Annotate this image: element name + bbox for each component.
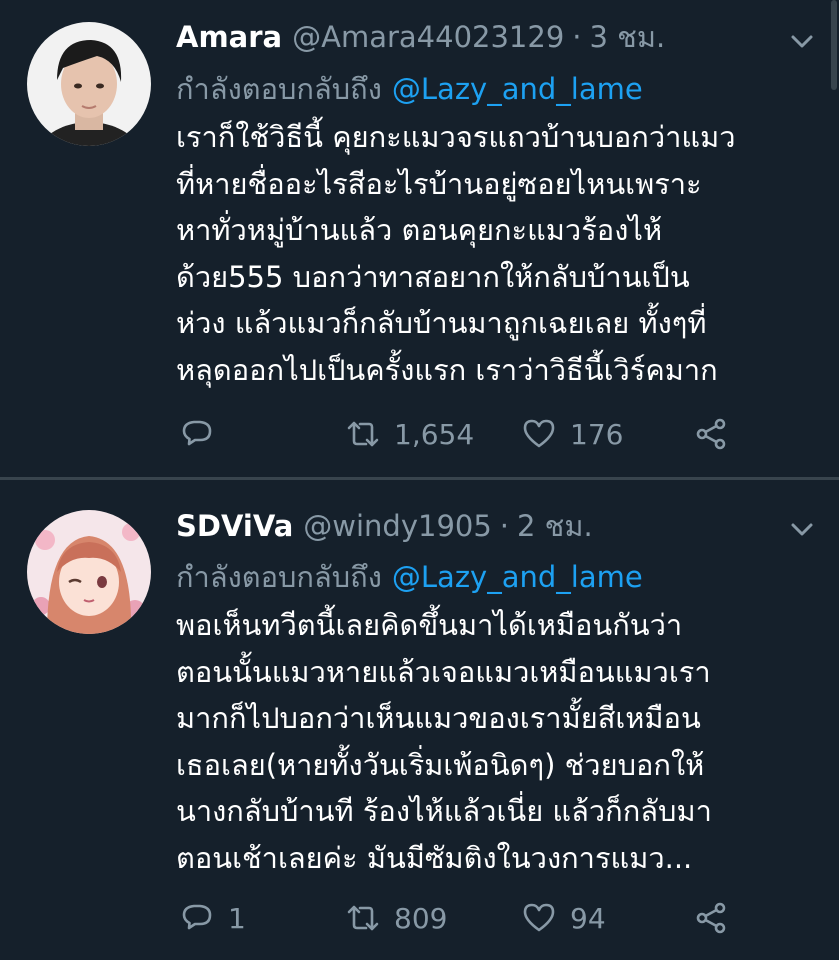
replying-to: กำลังตอบกลับถึง @Lazy_and_lame xyxy=(176,68,643,110)
replying-to-label: กำลังตอบกลับถึง xyxy=(176,560,382,594)
timestamp[interactable]: 2 ชม. xyxy=(517,506,593,546)
retweet-icon xyxy=(347,905,379,931)
timestamp[interactable]: 3 ชม. xyxy=(590,17,666,57)
reply-count: 1 xyxy=(228,901,246,935)
user-handle[interactable]: @Amara44023129 xyxy=(292,17,564,57)
reply-icon xyxy=(182,420,212,446)
mention-link[interactable]: @Lazy_and_lame xyxy=(392,72,643,106)
user-handle[interactable]: @windy1905 xyxy=(303,506,492,546)
like-count: 176 xyxy=(570,417,624,451)
tweet-header: Amara @Amara44023129 · 3 ชม. xyxy=(176,17,665,57)
tweet-text-line: เราก็ใช้วิธีนี้ คุยกะแมวจรแถวบ้านบอกว่าแ… xyxy=(176,120,736,154)
tweet-text: พอเห็นทวีตนี้เลยคิดขึ้นมาได้เหมือนกันว่า… xyxy=(176,602,816,881)
replying-to: กำลังตอบกลับถึง @Lazy_and_lame xyxy=(176,556,643,598)
tweet-text-line: หาทั่วหมู่บ้านแล้ว ตอนคุยกะแมวร้องไห้ xyxy=(176,213,663,247)
tweet-text: เราก็ใช้วิธีนี้ คุยกะแมวจรแถวบ้านบอกว่าแ… xyxy=(176,114,816,393)
display-name[interactable]: Amara xyxy=(176,17,282,57)
tweet-header: SDViVa @windy1905 · 2 ชม. xyxy=(176,506,593,546)
tweet-text-line: ที่หายชื่ออะไรสีอะไรบ้านอยู่ซอยไหนเพราะ xyxy=(176,166,702,201)
retweet-icon xyxy=(347,421,379,447)
avatar[interactable] xyxy=(27,22,151,146)
tweet-text-line: พอเห็นทวีตนี้เลยคิดขึ้นมาได้เหมือนกันว่า xyxy=(176,608,683,642)
tweet[interactable]: Amara @Amara44023129 · 3 ชม. กำลังตอบกลั… xyxy=(0,0,839,478)
like-count: 94 xyxy=(570,901,606,935)
tweet-text-line: มากก็ไปบอกว่าเห็นแมวของเรามั้ยสีเหมือน xyxy=(176,701,701,735)
chevron-down-icon[interactable] xyxy=(789,28,815,54)
display-name[interactable]: SDViVa xyxy=(176,506,293,546)
tweet-actions: 1 809 94 xyxy=(176,898,776,938)
tweet-text-line: ห่วง แล้วแมวก็กลับบ้านมาถูกเฉยเลย ทั้งๆท… xyxy=(176,306,707,340)
heart-icon xyxy=(523,419,555,448)
heart-icon xyxy=(523,903,555,932)
avatar[interactable] xyxy=(27,510,151,634)
tweet-text-line: เธอเลย(หายทั้งวันเริ่มเพ้อนิดๆ) ช่วยบอกใ… xyxy=(176,747,705,782)
replying-to-label: กำลังตอบกลับถึง xyxy=(176,72,382,106)
tweet-text-line: นางกลับบ้านที ร้องไห้แล้วเนี่ย แล้วก็กลั… xyxy=(176,794,712,828)
retweet-button[interactable]: 809 xyxy=(346,898,447,938)
retweet-count: 1,654 xyxy=(394,417,475,451)
share-icon xyxy=(696,418,726,450)
tweet-text-line: ด้วย555 บอกว่าทาสอยากให้กลับบ้านเป็น xyxy=(176,259,690,294)
tweet-actions: 1,654 176 xyxy=(176,414,776,454)
retweet-count: 809 xyxy=(394,901,448,935)
chevron-down-icon[interactable] xyxy=(789,516,815,542)
tweet[interactable]: SDViVa @windy1905 · 2 ชม. กำลังตอบกลับถึ… xyxy=(0,480,839,960)
share-button[interactable] xyxy=(694,898,728,938)
tweet-text-line: ตอนนั้นแมวหายแล้วเจอแมวเหมือนแมวเรา xyxy=(176,654,711,689)
tweet-text-line: หลุดออกไปเป็นครั้งแรก เราว่าวิธีนี้เวิร์… xyxy=(176,352,718,387)
separator-dot: · xyxy=(572,20,582,54)
tweet-text-line: ตอนเช้าเลยค่ะ มันมีซัมติงในวงการแมว... xyxy=(176,840,693,875)
like-button[interactable]: 94 xyxy=(522,898,606,938)
reply-button[interactable] xyxy=(180,414,228,454)
separator-dot: · xyxy=(499,509,510,543)
reply-button[interactable]: 1 xyxy=(180,898,246,938)
like-button[interactable]: 176 xyxy=(522,414,623,454)
mention-link[interactable]: @Lazy_and_lame xyxy=(392,560,643,594)
share-icon xyxy=(696,902,726,934)
retweet-button[interactable]: 1,654 xyxy=(346,414,474,454)
reply-icon xyxy=(182,904,212,930)
share-button[interactable] xyxy=(694,414,728,454)
